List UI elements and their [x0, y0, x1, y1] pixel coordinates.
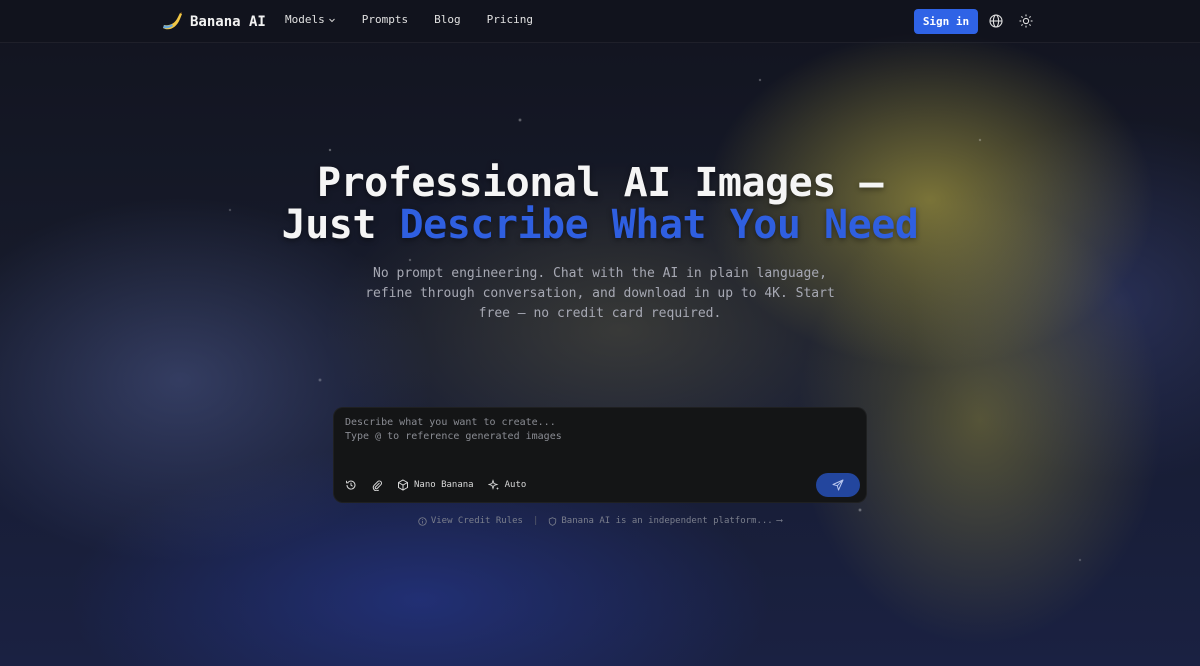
- cube-icon: [398, 479, 408, 491]
- model-selector[interactable]: Nano Banana: [397, 479, 474, 491]
- language-button[interactable]: [987, 12, 1005, 30]
- nav-pricing[interactable]: Pricing: [487, 13, 533, 26]
- nav-blog-label: Blog: [434, 13, 461, 26]
- history-button[interactable]: [345, 479, 357, 491]
- nav-pricing-label: Pricing: [486, 13, 533, 26]
- disclaimer-label: Banana AI is an independent platform...: [561, 516, 773, 526]
- send-button[interactable]: [816, 473, 860, 497]
- hero-subtitle: No prompt engineering. Chat with the AI …: [365, 266, 835, 321]
- credit-rules-label: View Credit Rules: [430, 516, 523, 526]
- sparkle-icon: [487, 479, 499, 490]
- history-icon: [346, 480, 356, 490]
- hero-section: Professional AI Images — Just Describe W…: [0, 162, 1200, 324]
- banana-logo-icon: [163, 12, 182, 30]
- globe-icon: [989, 14, 1003, 28]
- hero-title: Professional AI Images — Just Describe W…: [280, 162, 920, 246]
- composer-toolbar: Nano Banana Auto: [345, 477, 526, 493]
- hero-background: [0, 0, 1200, 666]
- send-icon: [832, 479, 844, 491]
- paperclip-icon: [372, 480, 382, 491]
- brand-name: Banana AI: [190, 14, 266, 30]
- brand[interactable]: Banana AI: [160, 10, 266, 34]
- hero-title-accent: Describe What You Need: [399, 202, 919, 248]
- info-icon: [418, 516, 427, 526]
- mode-label: Auto: [504, 480, 527, 490]
- prompt-input[interactable]: [345, 416, 845, 456]
- nav-models-label: Models: [285, 13, 325, 26]
- theme-toggle-button[interactable]: [1017, 12, 1035, 30]
- sign-in-button[interactable]: Sign in: [914, 9, 978, 34]
- mode-selector[interactable]: Auto: [487, 479, 527, 491]
- composer-footer: View Credit Rules | Banana AI is an inde…: [0, 516, 1200, 526]
- model-label: Nano Banana: [414, 480, 474, 490]
- disclaimer-link[interactable]: Banana AI is an independent platform... …: [548, 516, 782, 526]
- shield-icon: [549, 516, 557, 526]
- chevron-down-icon: [328, 18, 335, 22]
- credit-rules-link[interactable]: View Credit Rules: [418, 516, 523, 526]
- main-nav: Models Prompts Blog Pricing: [285, 13, 533, 26]
- prompt-composer: Nano Banana Auto: [333, 407, 867, 503]
- nav-models[interactable]: Models: [285, 13, 336, 26]
- arrow-right-icon: ⟶: [776, 516, 783, 526]
- nav-blog[interactable]: Blog: [434, 13, 461, 26]
- attach-button[interactable]: [371, 479, 383, 491]
- top-navbar: Banana AI Models Prompts Blog Pricing Si…: [0, 0, 1200, 43]
- nav-prompts-label: Prompts: [361, 13, 409, 26]
- nav-prompts[interactable]: Prompts: [362, 13, 408, 26]
- sun-icon: [1019, 14, 1033, 28]
- footer-separator: |: [532, 516, 539, 526]
